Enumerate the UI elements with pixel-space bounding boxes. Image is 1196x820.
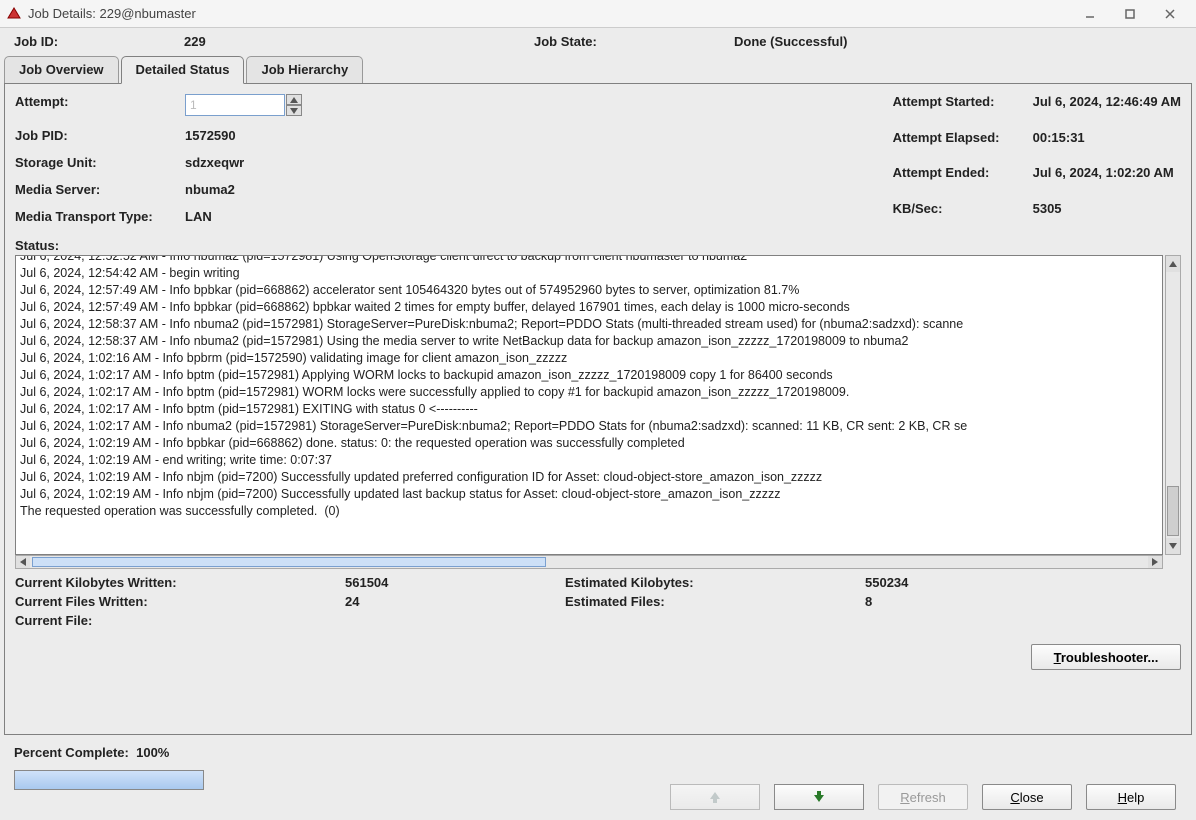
- arrow-down-icon: [812, 791, 826, 803]
- elapsed-value: 00:15:31: [1033, 130, 1181, 154]
- summary-row: Job ID: 229 Job State: Done (Successful): [0, 28, 1196, 55]
- log-vertical-scrollbar[interactable]: [1165, 255, 1181, 555]
- ended-value: Jul 6, 2024, 1:02:20 AM: [1033, 165, 1181, 189]
- footer: Percent Complete: 100%: [0, 735, 1196, 790]
- scroll-thumb-h[interactable]: [32, 557, 546, 567]
- maximize-button[interactable]: [1110, 2, 1150, 26]
- arrow-up-icon: [708, 791, 722, 803]
- percent-value: 100%: [136, 745, 169, 760]
- refresh-button[interactable]: Refresh: [878, 784, 968, 810]
- started-value: Jul 6, 2024, 12:46:49 AM: [1033, 94, 1181, 118]
- close-button[interactable]: Close: [982, 784, 1072, 810]
- jobid-label: Job ID:: [14, 34, 184, 49]
- scroll-up-icon[interactable]: [1166, 256, 1180, 272]
- mtt-value: LAN: [185, 209, 405, 224]
- ckw-label: Current Kilobytes Written:: [15, 575, 345, 590]
- close-window-button[interactable]: [1150, 2, 1190, 26]
- ekb-value: 550234: [865, 575, 1181, 590]
- pid-label: Job PID:: [15, 128, 185, 143]
- troubleshooter-button[interactable]: Troubleshooter...: [1031, 644, 1181, 670]
- ended-label: Attempt Ended:: [893, 165, 1033, 189]
- pid-value: 1572590: [185, 128, 405, 143]
- ef-value: 8: [865, 594, 1181, 609]
- log-horizontal-scrollbar[interactable]: [15, 555, 1163, 569]
- window-title: Job Details: 229@nbumaster: [28, 6, 1070, 21]
- progress-bar: [14, 770, 204, 790]
- cfw-label: Current Files Written:: [15, 594, 345, 609]
- prev-job-button[interactable]: [670, 784, 760, 810]
- mtt-label: Media Transport Type:: [15, 209, 185, 224]
- jobstate-label: Job State:: [534, 34, 734, 49]
- ekb-label: Estimated Kilobytes:: [565, 575, 865, 590]
- mserver-label: Media Server:: [15, 182, 185, 197]
- percent-label: Percent Complete:: [14, 745, 129, 760]
- jobid-value: 229: [184, 34, 534, 49]
- tabs: Job Overview Detailed Status Job Hierarc…: [4, 55, 1192, 83]
- tab-overview[interactable]: Job Overview: [4, 56, 119, 84]
- tab-hierarchy[interactable]: Job Hierarchy: [246, 56, 363, 84]
- next-job-button[interactable]: [774, 784, 864, 810]
- kbs-value: 5305: [1033, 201, 1181, 225]
- started-label: Attempt Started:: [893, 94, 1033, 118]
- mserver-value: nbuma2: [185, 182, 405, 197]
- cf-value: [345, 613, 565, 628]
- attempt-spin-down[interactable]: [286, 105, 302, 116]
- jobstate-value: Done (Successful): [734, 34, 1084, 49]
- app-icon: [6, 6, 22, 22]
- attempt-spin-up[interactable]: [286, 94, 302, 105]
- scroll-right-icon[interactable]: [1148, 556, 1162, 568]
- ckw-value: 561504: [345, 575, 565, 590]
- stunit-label: Storage Unit:: [15, 155, 185, 170]
- status-log[interactable]: Jul 6, 2024, 12:52:52 AM - Info nbuma2 (…: [15, 255, 1163, 555]
- cf-label: Current File:: [15, 613, 345, 628]
- status-label: Status:: [15, 238, 1181, 253]
- minimize-button[interactable]: [1070, 2, 1110, 26]
- scroll-left-icon[interactable]: [16, 556, 30, 568]
- tab-body: Attempt: Job PID: 1572590 Storage Unit: …: [4, 83, 1192, 735]
- stunit-value: sdzxeqwr: [185, 155, 405, 170]
- titlebar: Job Details: 229@nbumaster: [0, 0, 1196, 28]
- tab-detailed-status[interactable]: Detailed Status: [121, 56, 245, 84]
- help-button[interactable]: Help: [1086, 784, 1176, 810]
- kbs-label: KB/Sec:: [893, 201, 1033, 225]
- scroll-thumb[interactable]: [1167, 486, 1179, 536]
- ef-label: Estimated Files:: [565, 594, 865, 609]
- elapsed-label: Attempt Elapsed:: [893, 130, 1033, 154]
- attempt-input[interactable]: [185, 94, 285, 116]
- scroll-down-icon[interactable]: [1166, 538, 1180, 554]
- cfw-value: 24: [345, 594, 565, 609]
- attempt-label: Attempt:: [15, 94, 185, 116]
